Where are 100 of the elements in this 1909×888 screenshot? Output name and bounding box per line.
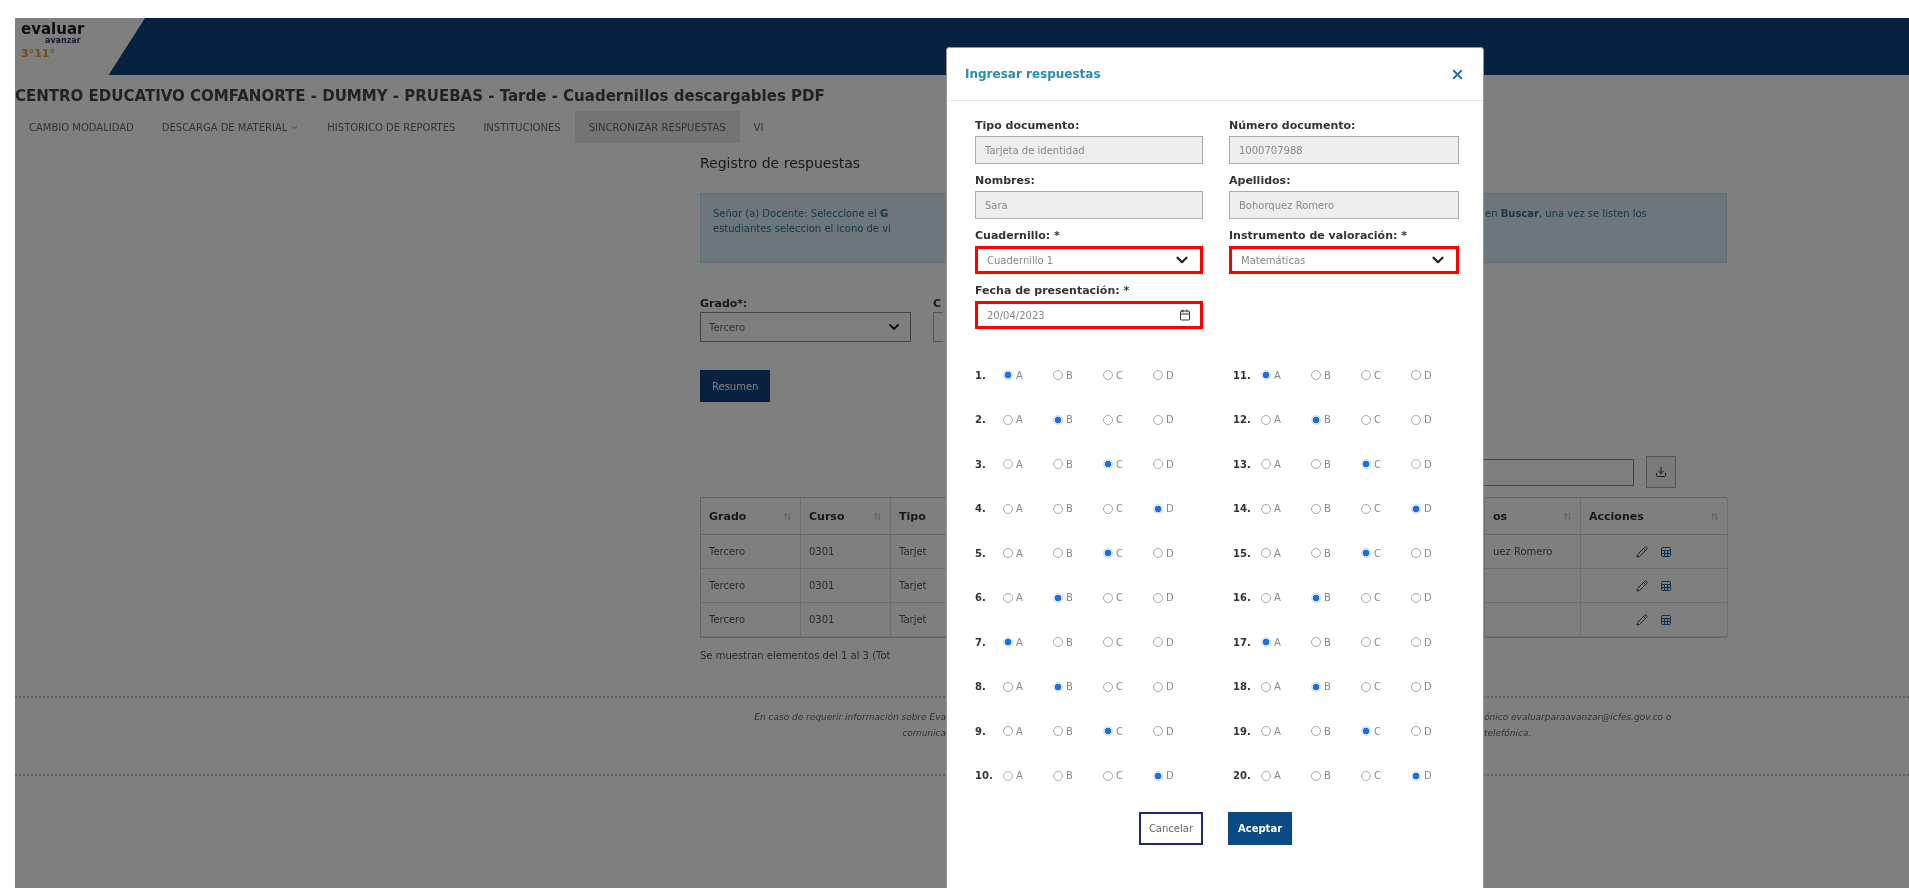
radio-button[interactable] xyxy=(1153,370,1163,381)
column-header[interactable]: Acciones xyxy=(1581,498,1728,535)
answer-option[interactable]: B xyxy=(1311,636,1361,648)
radio-button[interactable] xyxy=(1411,726,1421,737)
answer-option[interactable]: A xyxy=(1003,681,1053,693)
answer-option[interactable]: D xyxy=(1411,547,1461,559)
answer-option[interactable]: B xyxy=(1053,725,1103,737)
answer-option[interactable]: D xyxy=(1411,458,1461,470)
radio-button[interactable] xyxy=(1361,459,1371,470)
answer-option[interactable]: B xyxy=(1311,681,1361,693)
answer-option[interactable]: C xyxy=(1361,369,1411,381)
nav-tab[interactable]: INSTITUCIONES xyxy=(469,111,575,143)
answer-option[interactable]: A xyxy=(1261,458,1311,470)
radio-button[interactable] xyxy=(1053,370,1063,381)
radio-button[interactable] xyxy=(1153,726,1163,737)
answer-option[interactable]: A xyxy=(1003,636,1053,648)
column-header[interactable]: Curso xyxy=(801,498,891,535)
answer-option[interactable]: B xyxy=(1311,547,1361,559)
answer-option[interactable]: D xyxy=(1411,725,1461,737)
radio-button[interactable] xyxy=(1261,370,1271,381)
search-field[interactable] xyxy=(1484,458,1634,486)
answer-option[interactable]: C xyxy=(1103,458,1153,470)
answer-option[interactable]: D xyxy=(1153,369,1203,381)
answer-option[interactable]: C xyxy=(1103,725,1153,737)
radio-button[interactable] xyxy=(1361,726,1371,737)
radio-button[interactable] xyxy=(1261,548,1271,559)
answer-option[interactable]: A xyxy=(1261,770,1311,782)
answer-option[interactable]: B xyxy=(1053,414,1103,426)
answer-option[interactable]: D xyxy=(1153,770,1203,782)
radio-button[interactable] xyxy=(1153,459,1163,470)
radio-button[interactable] xyxy=(1003,414,1013,425)
radio-button[interactable] xyxy=(1003,770,1013,781)
radio-button[interactable] xyxy=(1311,592,1321,603)
radio-button[interactable] xyxy=(1311,726,1321,737)
radio-button[interactable] xyxy=(1053,681,1063,692)
radio-button[interactable] xyxy=(1003,726,1013,737)
answer-option[interactable]: B xyxy=(1053,770,1103,782)
radio-button[interactable] xyxy=(1261,459,1271,470)
radio-button[interactable] xyxy=(1103,370,1113,381)
radio-button[interactable] xyxy=(1103,770,1113,781)
radio-button[interactable] xyxy=(1103,548,1113,559)
nav-tab[interactable]: VI xyxy=(739,111,778,143)
radio-button[interactable] xyxy=(1411,770,1421,781)
radio-button[interactable] xyxy=(1361,592,1371,603)
answer-option[interactable]: D xyxy=(1411,369,1461,381)
radio-button[interactable] xyxy=(1003,681,1013,692)
column-header[interactable]: Grado xyxy=(701,498,801,535)
radio-button[interactable] xyxy=(1103,414,1113,425)
answer-option[interactable]: B xyxy=(1053,681,1103,693)
nav-tab[interactable]: HISTORICO DE REPORTES xyxy=(313,111,470,143)
select-field[interactable]: Cuadernillo 1 xyxy=(975,246,1203,274)
radio-button[interactable] xyxy=(1053,637,1063,648)
radio-button[interactable] xyxy=(1311,370,1321,381)
answer-option[interactable]: A xyxy=(1003,458,1053,470)
answer-option[interactable]: C xyxy=(1361,725,1411,737)
radio-button[interactable] xyxy=(1153,770,1163,781)
radio-button[interactable] xyxy=(1003,503,1013,514)
download-button[interactable] xyxy=(1646,456,1676,488)
radio-button[interactable] xyxy=(1003,592,1013,603)
radio-button[interactable] xyxy=(1103,637,1113,648)
radio-button[interactable] xyxy=(1411,637,1421,648)
radio-button[interactable] xyxy=(1361,370,1371,381)
radio-button[interactable] xyxy=(1103,592,1113,603)
radio-button[interactable] xyxy=(1053,726,1063,737)
answer-option[interactable]: C xyxy=(1103,369,1153,381)
radio-button[interactable] xyxy=(1361,548,1371,559)
answer-option[interactable]: D xyxy=(1153,547,1203,559)
sheet-icon[interactable] xyxy=(1660,579,1672,592)
radio-button[interactable] xyxy=(1361,770,1371,781)
radio-button[interactable] xyxy=(1103,503,1113,514)
radio-button[interactable] xyxy=(1361,503,1371,514)
answer-option[interactable]: A xyxy=(1261,592,1311,604)
answer-option[interactable]: C xyxy=(1103,592,1153,604)
radio-button[interactable] xyxy=(1261,637,1271,648)
radio-button[interactable] xyxy=(1361,637,1371,648)
radio-button[interactable] xyxy=(1261,414,1271,425)
answer-option[interactable]: C xyxy=(1361,414,1411,426)
accept-button[interactable]: Aceptar xyxy=(1228,812,1293,845)
radio-button[interactable] xyxy=(1153,503,1163,514)
answer-option[interactable]: B xyxy=(1311,770,1361,782)
answer-option[interactable]: A xyxy=(1003,547,1053,559)
radio-button[interactable] xyxy=(1003,370,1013,381)
radio-button[interactable] xyxy=(1411,503,1421,514)
answer-option[interactable]: D xyxy=(1411,503,1461,515)
answer-option[interactable]: B xyxy=(1311,725,1361,737)
answer-option[interactable]: B xyxy=(1053,636,1103,648)
input-field[interactable] xyxy=(933,312,943,342)
answer-option[interactable]: B xyxy=(1053,369,1103,381)
answer-option[interactable]: D xyxy=(1411,592,1461,604)
sheet-icon[interactable] xyxy=(1660,545,1672,558)
date-field[interactable]: 20/04/2023 xyxy=(975,301,1203,329)
answer-option[interactable]: D xyxy=(1153,681,1203,693)
radio-button[interactable] xyxy=(1053,503,1063,514)
radio-button[interactable] xyxy=(1261,503,1271,514)
radio-button[interactable] xyxy=(1053,592,1063,603)
radio-button[interactable] xyxy=(1361,414,1371,425)
answer-option[interactable]: A xyxy=(1261,414,1311,426)
radio-button[interactable] xyxy=(1311,770,1321,781)
answer-option[interactable]: A xyxy=(1003,503,1053,515)
pencil-icon[interactable] xyxy=(1636,579,1648,592)
